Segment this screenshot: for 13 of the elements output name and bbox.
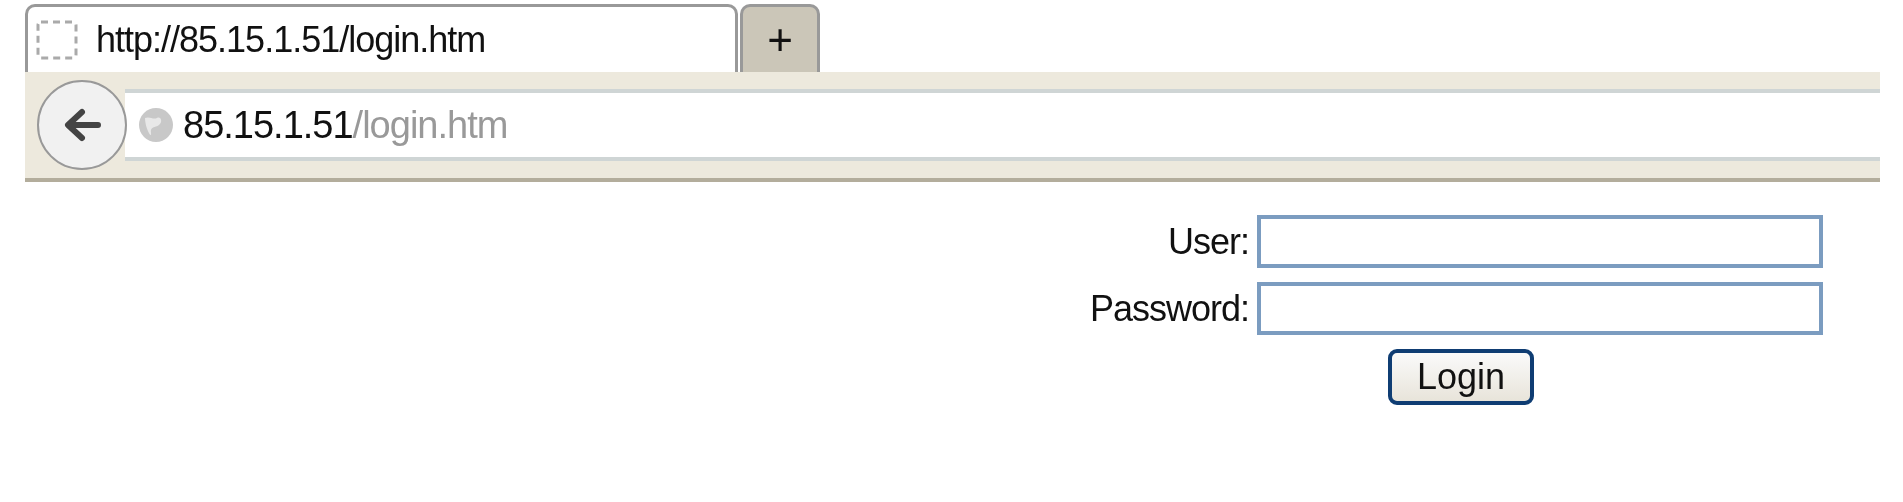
input-field[interactable] xyxy=(1257,282,1823,335)
globe-icon xyxy=(137,106,175,144)
field-label: User: xyxy=(1167,220,1249,263)
input-field[interactable] xyxy=(1257,215,1823,268)
browser-tab[interactable]: http://85.15.1.51/login.htm xyxy=(25,4,738,72)
blank-page-icon xyxy=(36,19,78,60)
tab-title: http://85.15.1.51/login.htm xyxy=(96,18,486,61)
url-text: 85.15.1.51/login.htm xyxy=(183,103,508,147)
new-tab-button[interactable]: + xyxy=(740,4,820,72)
field-label: Password: xyxy=(1089,287,1249,330)
address-bar[interactable]: 85.15.1.51/login.htm xyxy=(125,89,1880,161)
login-button[interactable]: Login xyxy=(1388,349,1534,405)
left-arrow-icon xyxy=(62,107,102,143)
